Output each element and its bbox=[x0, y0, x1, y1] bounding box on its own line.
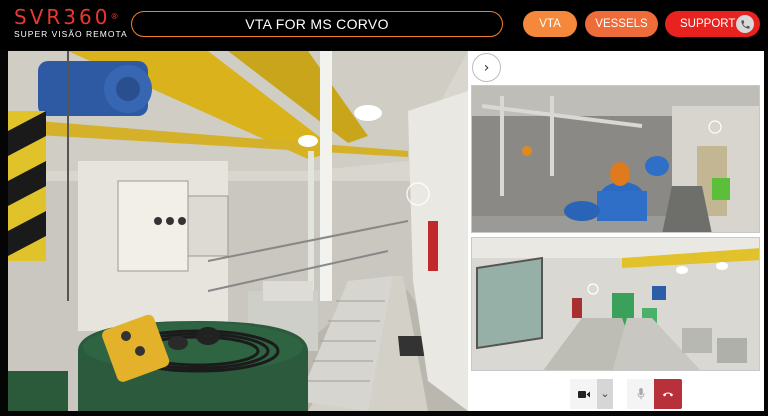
support-label: SUPPORT bbox=[680, 18, 736, 30]
vta-button[interactable]: VTA bbox=[523, 11, 577, 37]
support-button[interactable]: SUPPORT bbox=[665, 11, 760, 37]
camera-options-dropdown[interactable]: ⌄ bbox=[597, 379, 613, 409]
hangup-phone-icon bbox=[663, 392, 673, 397]
collapse-panel-button[interactable]: › bbox=[472, 53, 501, 82]
video-camera-icon bbox=[577, 390, 590, 398]
phone-icon bbox=[736, 15, 754, 33]
right-panel: › ⌄ bbox=[468, 51, 764, 411]
panorama-viewer[interactable] bbox=[8, 51, 468, 411]
thumbnail-corridor[interactable] bbox=[471, 237, 760, 371]
microphone-icon bbox=[637, 388, 644, 400]
camera-button[interactable] bbox=[570, 379, 597, 409]
brand-logo[interactable]: SVR360® SUPER VISÃO REMOTA bbox=[14, 6, 128, 39]
app-page: SVR360® SUPER VISÃO REMOTA VTA FOR MS CO… bbox=[0, 0, 768, 416]
vessels-button[interactable]: VESSELS bbox=[585, 11, 658, 37]
call-controls: ⌄ bbox=[570, 379, 682, 409]
chevron-down-icon: ⌄ bbox=[600, 387, 610, 400]
panorama-image bbox=[8, 51, 468, 411]
logo-subtitle: SUPER VISÃO REMOTA bbox=[14, 29, 128, 39]
microphone-button[interactable] bbox=[627, 379, 654, 409]
thumbnail-image bbox=[472, 238, 759, 370]
header-bar: SVR360® SUPER VISÃO REMOTA VTA FOR MS CO… bbox=[0, 0, 768, 50]
thumbnail-image bbox=[472, 86, 759, 232]
page-title: VTA FOR MS CORVO bbox=[131, 11, 503, 37]
hangup-button[interactable] bbox=[654, 379, 682, 409]
chevron-right-icon: › bbox=[483, 59, 490, 76]
thumbnail-engine-room[interactable] bbox=[471, 85, 760, 233]
logo-text: SVR360® bbox=[14, 5, 119, 29]
